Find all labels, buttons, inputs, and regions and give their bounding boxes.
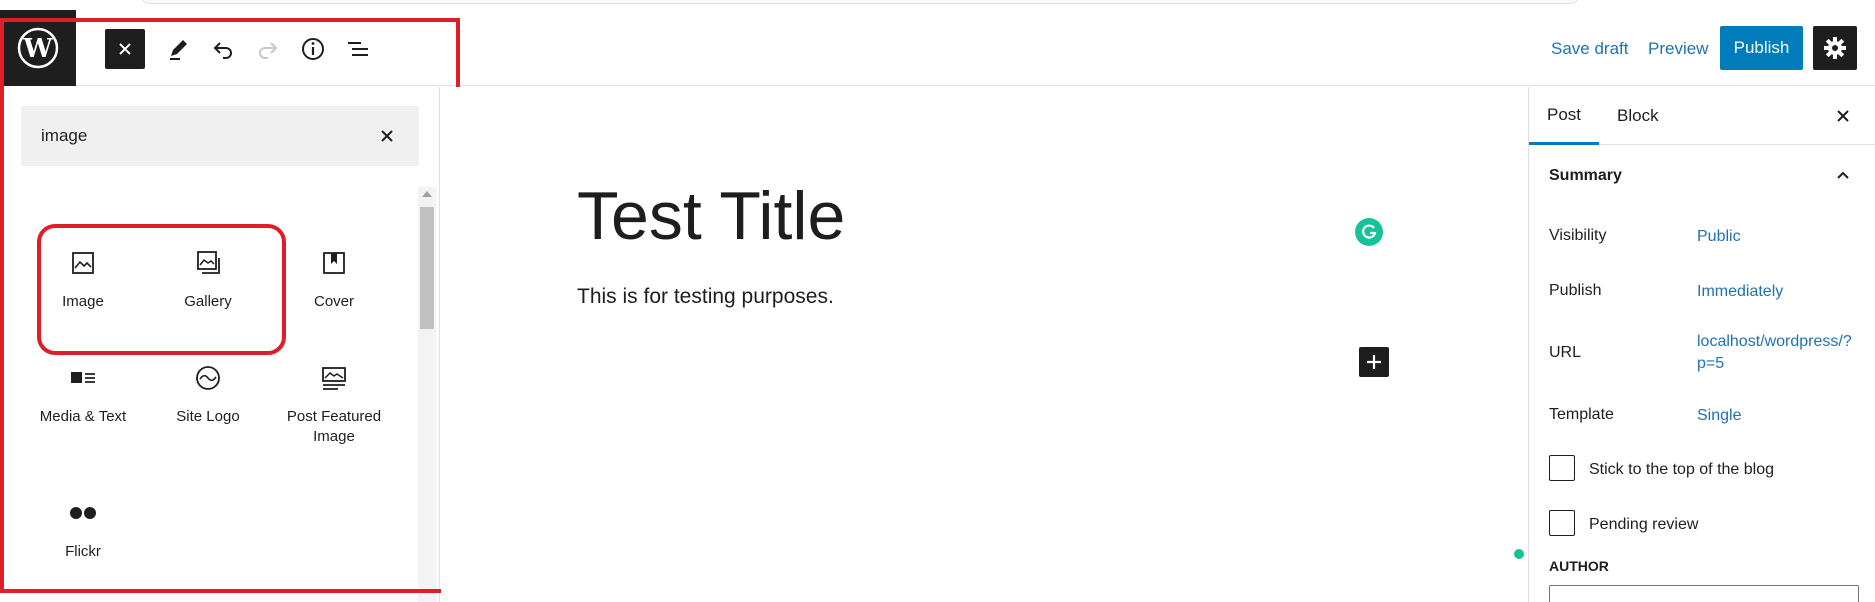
block-item-flickr[interactable]: Flickr <box>27 490 139 590</box>
block-item-label: Gallery <box>184 293 232 310</box>
template-value[interactable]: Single <box>1697 405 1867 427</box>
block-item-media-text[interactable]: Media & Text <box>27 355 139 455</box>
editor-canvas: Test Title This is for testing purposes. <box>441 87 1528 602</box>
sidebar-tabs: Post Block <box>1529 87 1875 145</box>
undo-button[interactable] <box>203 29 243 69</box>
author-label: AUTHOR <box>1549 558 1609 574</box>
scrollbar-thumb[interactable] <box>420 207 434 329</box>
block-item-site-logo[interactable]: Site Logo <box>152 355 264 455</box>
save-draft-button[interactable]: Save draft <box>1551 39 1629 59</box>
chevron-up-icon <box>1837 171 1849 179</box>
url-value[interactable]: localhost/wordpress/?p=5 <box>1697 331 1867 375</box>
svg-text:W: W <box>22 34 53 64</box>
preview-button[interactable]: Preview <box>1648 39 1708 59</box>
scroll-up-arrow[interactable] <box>422 191 432 197</box>
block-item-label: Image <box>62 293 104 310</box>
visibility-value[interactable]: Public <box>1697 226 1867 248</box>
cover-icon <box>323 252 345 274</box>
details-button[interactable] <box>293 29 333 69</box>
list-view-icon <box>348 42 368 56</box>
list-view-button[interactable] <box>338 29 378 69</box>
close-icon <box>1837 110 1849 122</box>
browser-top-strip <box>0 0 1875 10</box>
pending-review-label: Pending review <box>1589 516 1699 533</box>
grammarly-icon <box>1362 224 1377 239</box>
gear-icon <box>1824 37 1846 59</box>
add-block-button[interactable] <box>1359 347 1389 377</box>
redo-icon <box>259 42 278 59</box>
flickr-icon <box>70 507 96 519</box>
tab-post[interactable]: Post <box>1529 87 1599 145</box>
info-icon <box>302 38 324 60</box>
block-search-input[interactable] <box>21 106 361 166</box>
block-item-label: Post Featured Image <box>286 408 382 445</box>
block-inserter-panel: Image Gallery Cover Media & Text Site Lo… <box>0 87 440 602</box>
block-item-post-featured-image[interactable]: Post Featured Image <box>278 355 390 455</box>
inserter-scrollbar[interactable] <box>418 187 436 602</box>
settings-sidebar: Post Block Summary Visibility Public Pub… <box>1528 87 1875 602</box>
settings-button[interactable] <box>1813 26 1857 70</box>
close-icon <box>381 130 393 142</box>
block-item-label: Site Logo <box>176 408 240 425</box>
stick-to-top-label: Stick to the top of the blog <box>1589 461 1775 478</box>
wordpress-logo-button[interactable]: W <box>0 10 76 86</box>
author-select[interactable] <box>1549 585 1859 602</box>
redo-button[interactable] <box>248 29 288 69</box>
image-icon <box>72 252 94 274</box>
block-item-image[interactable]: Image <box>27 240 139 340</box>
block-item-label: Flickr <box>65 543 101 560</box>
visibility-label: Visibility <box>1549 227 1607 244</box>
editor-header: W Save draft Preview Publish <box>0 10 1875 86</box>
close-sidebar-button[interactable] <box>1831 104 1855 128</box>
template-label: Template <box>1549 406 1614 423</box>
block-item-gallery[interactable]: Gallery <box>152 240 264 340</box>
featured-image-icon <box>322 367 346 390</box>
grammarly-button[interactable] <box>1355 218 1383 246</box>
undo-icon <box>213 42 232 59</box>
block-item-label: Cover <box>313 293 354 310</box>
post-paragraph[interactable]: This is for testing purposes. <box>577 285 834 309</box>
stick-to-top-checkbox[interactable] <box>1549 455 1575 481</box>
block-item-cover[interactable]: Cover <box>278 240 390 340</box>
plus-icon <box>1367 355 1381 369</box>
media-text-icon <box>71 372 95 383</box>
site-logo-icon <box>196 366 220 390</box>
gallery-icon <box>197 251 220 274</box>
tools-button[interactable] <box>158 29 198 69</box>
browser-bar <box>140 0 1580 4</box>
close-inserter-button[interactable] <box>105 29 145 69</box>
summary-panel-title[interactable]: Summary <box>1549 167 1622 185</box>
block-item-label: Media & Text <box>39 408 127 425</box>
publish-value[interactable]: Immediately <box>1697 281 1867 303</box>
publish-label: Publish <box>1549 282 1602 299</box>
pending-review-checkbox[interactable] <box>1549 510 1575 536</box>
status-dot <box>1514 549 1524 559</box>
close-icon <box>119 43 131 55</box>
tab-block[interactable]: Block <box>1617 87 1659 145</box>
block-search <box>21 106 419 166</box>
summary-toggle[interactable] <box>1833 165 1853 185</box>
url-label: URL <box>1549 344 1582 361</box>
clear-search-button[interactable] <box>375 124 399 148</box>
wordpress-logo-icon: W <box>17 27 59 69</box>
pencil-icon <box>170 40 187 60</box>
post-title[interactable]: Test Title <box>577 177 845 255</box>
publish-button[interactable]: Publish <box>1720 26 1803 70</box>
